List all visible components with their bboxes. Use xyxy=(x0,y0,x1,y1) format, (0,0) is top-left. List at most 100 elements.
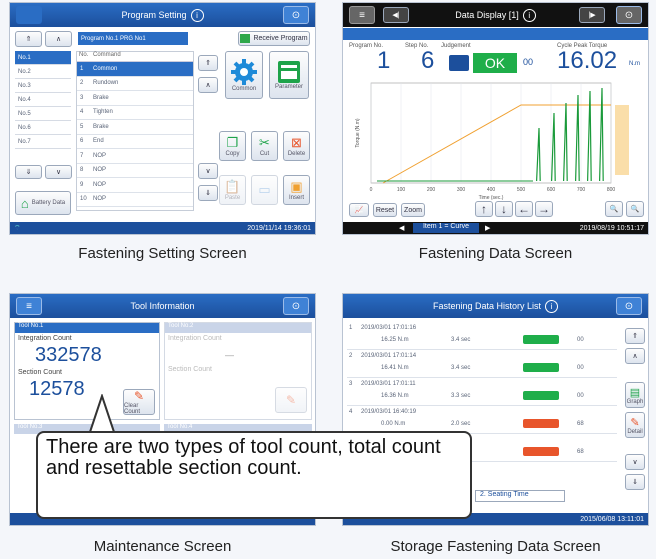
arrow-left-button[interactable]: ← xyxy=(515,201,533,217)
next-page-button[interactable]: |▶ xyxy=(579,7,605,23)
history-torque: 0.00 N.m xyxy=(381,421,406,427)
history-row[interactable]: 4 2019/03/01 16:40:19 0.00 N.m 2.0 sec 68 xyxy=(347,406,617,434)
history-row[interactable]: 2 2019/03/01 17:01:14 16.41 N.m 3.4 sec 00 xyxy=(347,350,617,378)
page-down-double-button[interactable]: ⇓ xyxy=(198,185,218,201)
command-row[interactable]: 7 NOP xyxy=(77,149,193,164)
menu-button[interactable]: ≡ xyxy=(16,297,42,315)
paste-button[interactable]: 📋 Paste xyxy=(219,175,246,205)
close-button[interactable]: ⊙ xyxy=(283,6,309,24)
program-no-item[interactable]: No.6 xyxy=(15,121,71,135)
graph-button[interactable]: ▤ Graph xyxy=(625,382,645,408)
command-row[interactable]: 3 Brake xyxy=(77,91,193,106)
step-no-value: 6 xyxy=(421,47,435,74)
history-code: 68 xyxy=(577,449,584,455)
command-row[interactable]: 5 Brake xyxy=(77,120,193,135)
history-code: 68 xyxy=(577,421,584,427)
program-no-item[interactable]: No.7 xyxy=(15,135,71,149)
tool2-integration-label: Integration Count xyxy=(168,335,222,342)
gear-icon xyxy=(231,59,257,85)
command-row[interactable]: 2 Rundown xyxy=(77,77,193,91)
cut-label: Cut xyxy=(259,151,270,157)
close-button[interactable]: ⊙ xyxy=(616,297,642,315)
page-down-button[interactable]: ∨ xyxy=(198,163,218,179)
menu-button[interactable] xyxy=(16,6,42,24)
menu-button[interactable]: ≡ xyxy=(349,6,375,24)
zoom-in-button[interactable]: 🔍 xyxy=(605,201,623,217)
delete-button[interactable]: ⊠ Delete xyxy=(283,131,310,161)
zoom-out-button[interactable]: 🔍 xyxy=(626,201,644,217)
history-torque: 16.36 N.m xyxy=(381,393,409,399)
up-arrow-button[interactable]: ∧ xyxy=(45,31,72,47)
common-button[interactable]: Common xyxy=(225,51,263,99)
arrow-up-button[interactable]: ↑ xyxy=(475,201,493,217)
cut-button[interactable]: ✂ Cut xyxy=(251,131,278,161)
info-icon[interactable]: i xyxy=(522,8,536,22)
insert-button[interactable]: ▣ Insert xyxy=(283,175,310,205)
info-icon[interactable]: i xyxy=(545,299,559,313)
copy-button[interactable]: ❐ Copy xyxy=(219,131,246,161)
seating-time-select[interactable]: 2. Seating Time xyxy=(475,490,565,502)
command-row[interactable]: 8 NOP xyxy=(77,164,193,178)
arrow-down-button[interactable]: ↓ xyxy=(495,201,513,217)
command-row[interactable]: 1 Common xyxy=(77,62,193,77)
history-date: 2019/03/01 16:40:19 xyxy=(361,409,417,415)
clear-icon: ✎ xyxy=(285,393,297,407)
blank-button[interactable]: ▭ xyxy=(251,175,278,205)
double-down-button[interactable]: ⇓ xyxy=(15,165,42,179)
up-button[interactable]: ∧ xyxy=(625,348,645,364)
tool1-label: Tool No.1 xyxy=(15,323,159,333)
command-name: NOP xyxy=(93,196,107,203)
history-time: 3.3 sec xyxy=(451,393,471,399)
history-row[interactable]: 1 2019/03/01 17:01:16 16.25 N.m 3.4 sec 00 xyxy=(347,322,617,350)
x-tick-label: 300 xyxy=(457,187,466,193)
detail-button[interactable]: ✎ Detail xyxy=(625,412,645,438)
graph-icon: ▤ xyxy=(629,386,641,399)
program-no-item[interactable]: No.4 xyxy=(15,93,71,107)
history-row[interactable]: 3 2019/03/01 17:01:11 16.36 N.m 3.3 sec 00 xyxy=(347,378,617,406)
close-button[interactable]: ⊙ xyxy=(616,6,642,24)
command-row[interactable]: 10 NOP xyxy=(77,193,193,207)
x-tick-label: 400 xyxy=(487,187,496,193)
page-up-button[interactable]: ⇑ xyxy=(198,55,218,71)
program-no-item[interactable]: No.1 xyxy=(15,51,71,65)
program-no-item[interactable]: No.2 xyxy=(15,65,71,79)
x-tick-label: 700 xyxy=(577,187,586,193)
arrow-right-button[interactable]: → xyxy=(535,201,553,217)
graph-icon-button[interactable]: 📈 xyxy=(349,203,369,217)
insert-icon: ▣ xyxy=(290,179,303,194)
program-no-item[interactable]: No.3 xyxy=(15,79,71,93)
close-button[interactable]: ⊙ xyxy=(283,297,309,315)
col-command: Command xyxy=(93,52,121,58)
down-button[interactable]: ∨ xyxy=(45,165,72,179)
zoom-button[interactable]: Zoom xyxy=(401,203,425,217)
info-icon[interactable]: i xyxy=(190,8,204,22)
tool2-box: Tool No.2 Integration Count — Section Co… xyxy=(164,322,312,420)
parameter-button[interactable]: Parameter xyxy=(269,51,309,99)
nav-next-icon[interactable]: ▶ xyxy=(485,224,490,232)
prev-page-button[interactable]: ◀| xyxy=(383,7,409,23)
setting-statusbar: ⌔ 2019/11/14 19:36:01 xyxy=(10,222,315,234)
program-no-item[interactable]: No.5 xyxy=(15,107,71,121)
command-row[interactable]: 4 Tighten xyxy=(77,106,193,120)
command-row[interactable]: 6 End xyxy=(77,135,193,149)
tool2-clear-button[interactable]: ✎ xyxy=(275,387,307,413)
ok-badge xyxy=(523,363,559,372)
command-no: 1 xyxy=(80,65,84,72)
reset-button[interactable]: Reset xyxy=(373,203,397,217)
document-icon: ▭ xyxy=(258,182,271,197)
battery-data-label: Battery Data xyxy=(31,200,66,206)
item-nav-label: Item 1 = Curve xyxy=(413,223,479,233)
nav-prev-icon[interactable]: ◀ xyxy=(399,224,404,232)
battery-data-button[interactable]: ⌂ Battery Data xyxy=(15,191,71,215)
double-up-arrow-button[interactable]: ⇑ xyxy=(15,31,42,47)
up-button[interactable]: ∧ xyxy=(198,77,218,93)
program-no-list: No.1 No.2 No.3 No.4 No.5 No.6 No.7 xyxy=(15,51,71,149)
page-up-button[interactable]: ⇑ xyxy=(625,328,645,344)
detail-label: Detail xyxy=(627,428,643,435)
command-no: 8 xyxy=(80,167,84,174)
command-row[interactable]: 9 NOP xyxy=(77,178,193,193)
reset-label: Reset xyxy=(375,206,395,214)
receive-program-button[interactable]: Receive Program xyxy=(238,31,310,46)
down-button[interactable]: ∨ xyxy=(625,454,645,470)
page-down-button[interactable]: ⇓ xyxy=(625,474,645,490)
